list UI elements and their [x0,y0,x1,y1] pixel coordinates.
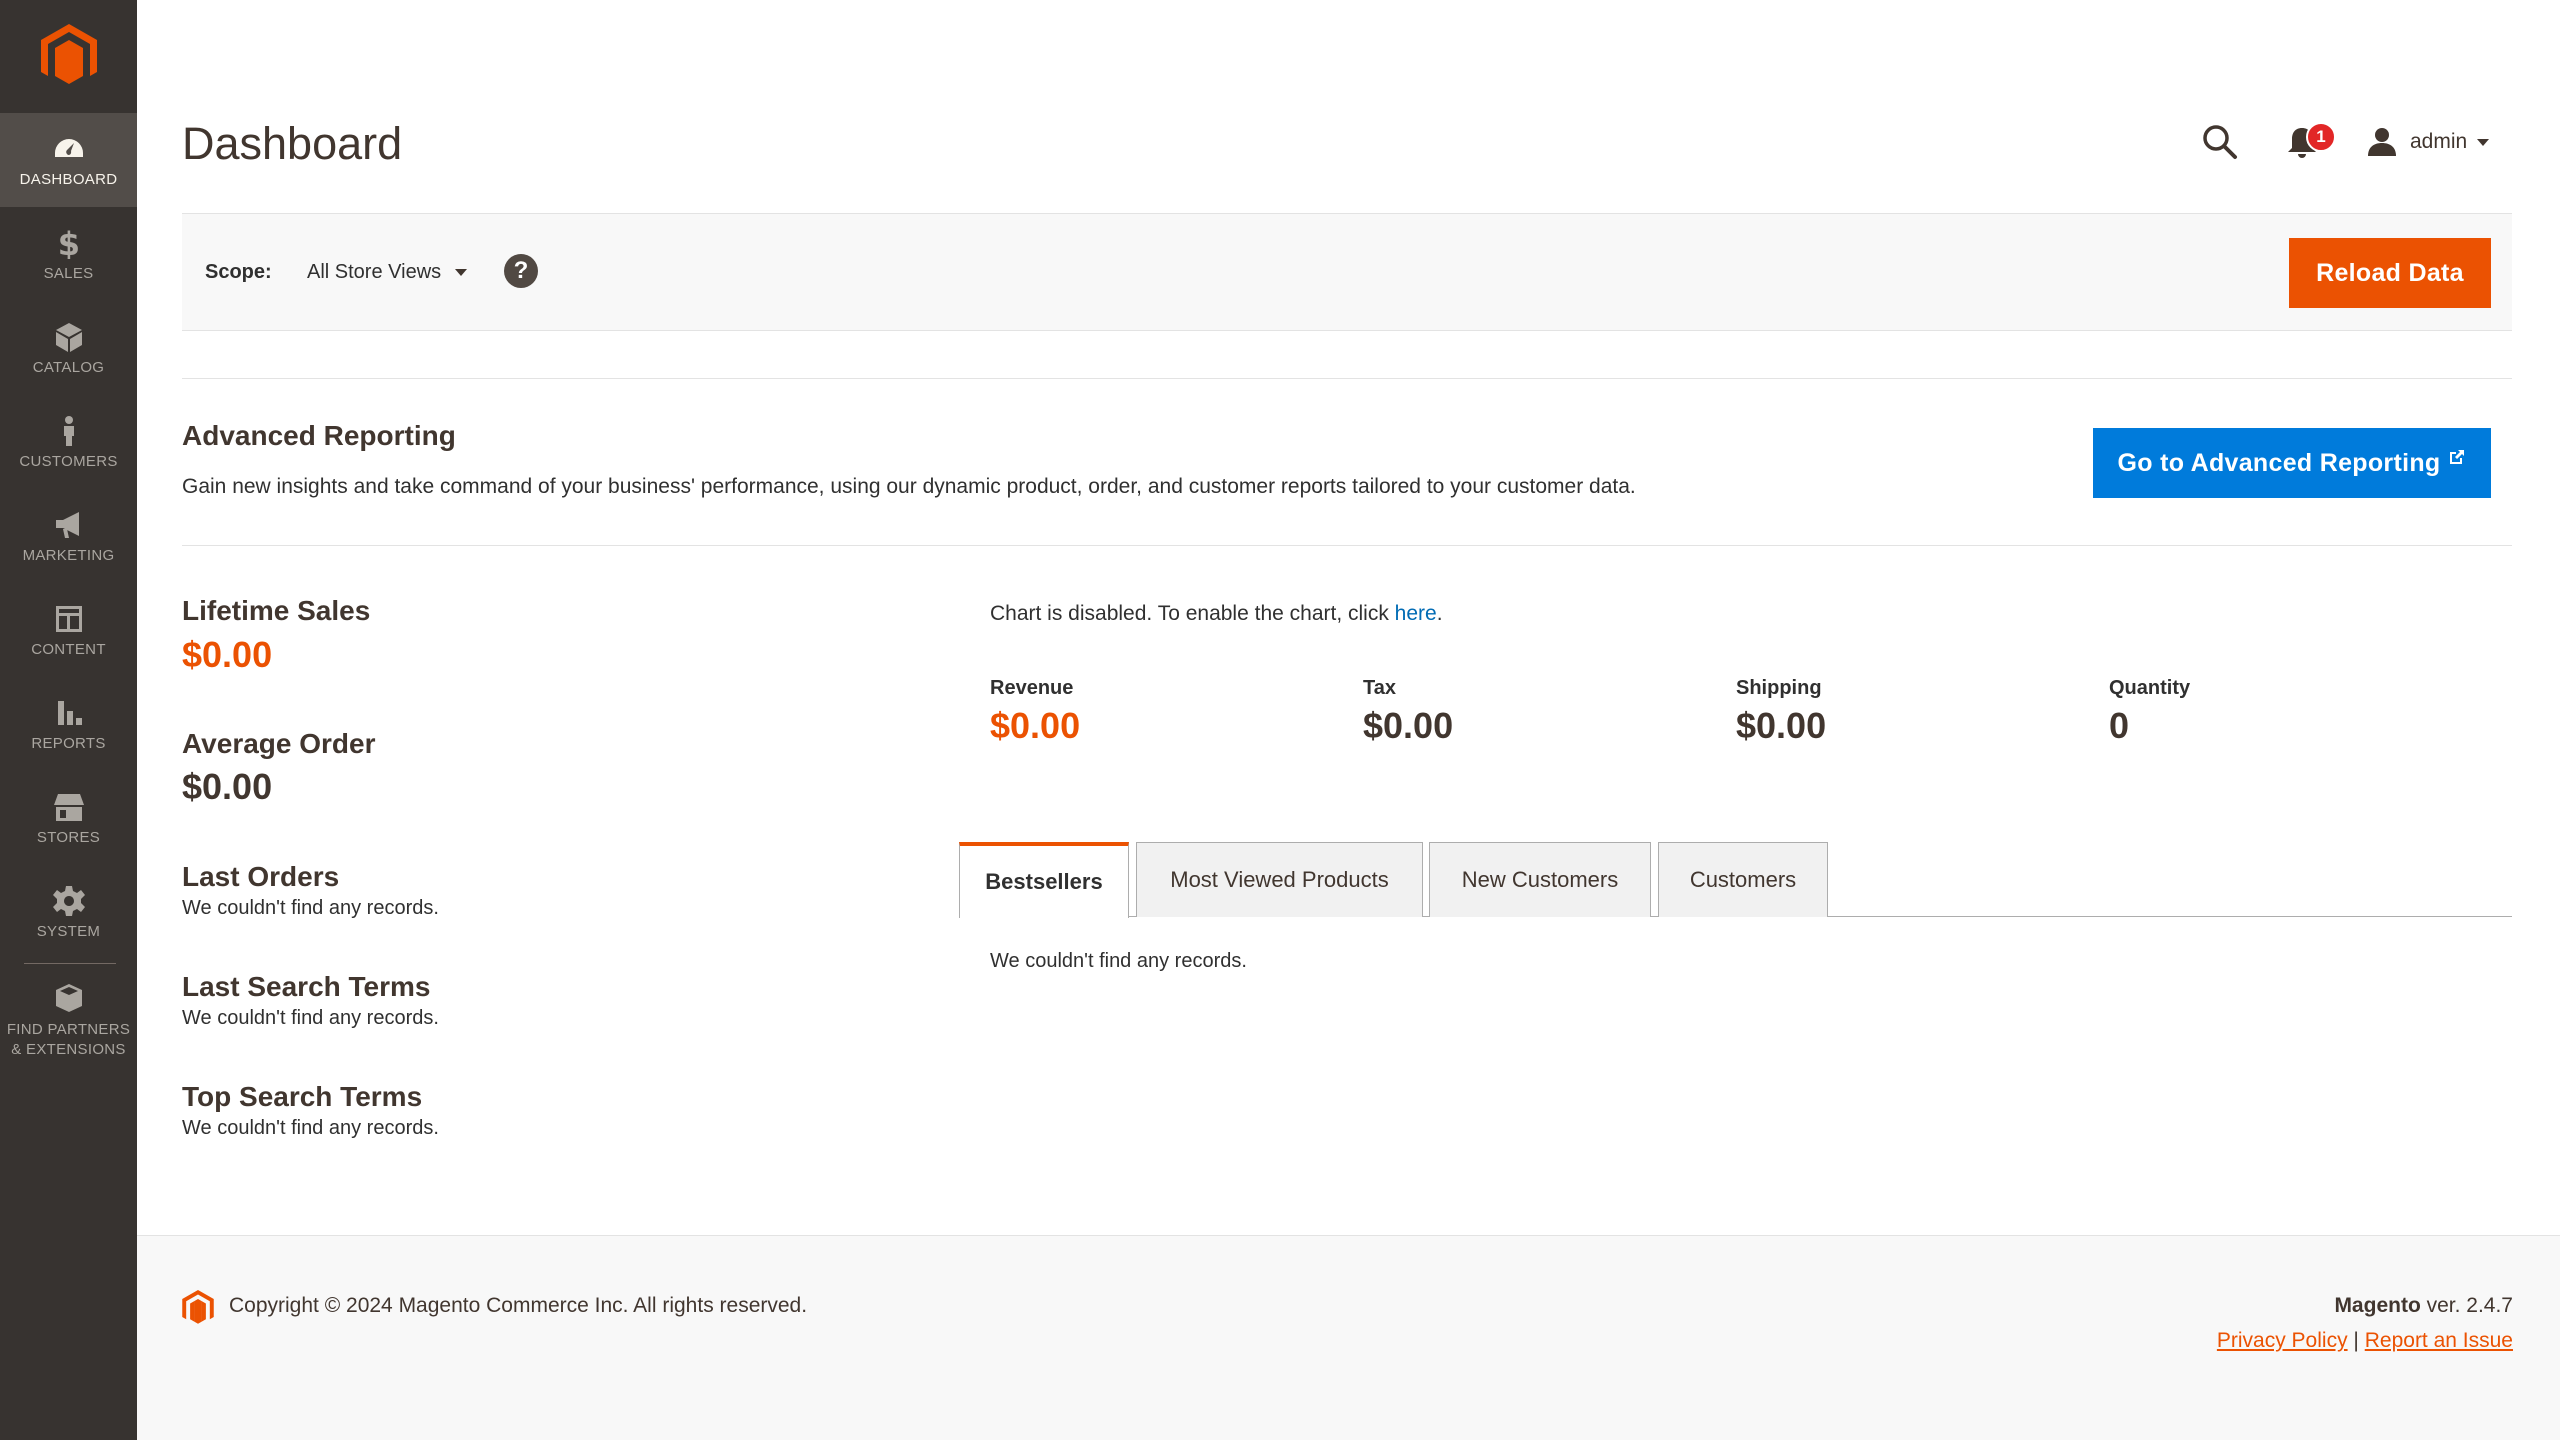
megaphone-icon [52,508,86,542]
revenue-label: Revenue [990,677,1074,699]
tab-bestsellers[interactable]: Bestsellers [959,842,1129,918]
chart-disabled-suffix: . [1436,602,1443,625]
nav-sales-label: Sales [43,265,94,282]
nav-sales[interactable]: $ Sales [0,207,137,301]
dollar-icon: $ [52,226,86,260]
nav-dashboard-label: Dashboard [19,171,118,188]
nav-partners-label-2: & Extensions [11,1040,126,1058]
nav-find-partners[interactable]: Find Partners & Extensions [0,965,137,1075]
store-view-value: All Store Views [307,261,442,283]
nav-content[interactable]: Content [0,583,137,677]
nav-system[interactable]: System [0,865,137,959]
lifetime-sales-value: $0.00 [182,634,273,675]
global-search-button[interactable] [2200,122,2240,162]
layout-icon [52,602,86,636]
footer-links: Privacy Policy | Report an Issue [2217,1329,2513,1353]
nav-reports[interactable]: Reports [0,677,137,771]
dashboard-icon [52,132,86,166]
advanced-reporting-description: Gain new insights and take command of yo… [182,475,1636,498]
help-icon[interactable]: ? [504,254,538,288]
top-search-terms-label: Top Search Terms [182,1081,423,1112]
magento-version: Magento ver. 2.4.7 [2334,1294,2513,1318]
nav-separator [24,963,116,964]
svg-text:$: $ [57,227,80,259]
section-divider [182,545,2512,546]
nav-stores-label: Stores [36,829,101,846]
quantity-value: 0 [2109,705,2130,746]
scope-label: Scope: [205,261,272,283]
revenue-value: $0.00 [990,705,1081,746]
report-issue-link[interactable]: Report an Issue [2365,1329,2513,1352]
last-search-terms-label: Last Search Terms [182,971,431,1002]
section-divider [182,378,2512,379]
privacy-policy-link[interactable]: Privacy Policy [2217,1329,2348,1352]
top-search-terms-empty: We couldn't find any records. [182,1117,439,1139]
storefront-icon [52,790,86,824]
search-icon [2203,125,2237,159]
footer-link-separator: | [2353,1329,2359,1352]
admin-user-menu[interactable]: admin [2366,124,2490,160]
shipping-value: $0.00 [1736,705,1827,746]
chevron-down-icon [455,269,468,276]
last-orders-label: Last Orders [182,861,340,892]
extensions-box-icon [52,981,86,1015]
nav-customers[interactable]: Customers [0,395,137,489]
page-title: Dashboard [182,118,403,169]
chevron-down-icon [2477,138,2490,146]
tax-label: Tax [1363,677,1396,699]
external-link-icon [2450,450,2465,464]
user-icon [2368,128,2396,156]
nav-catalog[interactable]: Catalog [0,301,137,395]
enable-chart-link[interactable]: here [1395,602,1437,625]
reload-data-button[interactable]: Reload Data [2289,238,2491,308]
lifetime-sales-label: Lifetime Sales [182,595,371,626]
advanced-reporting-title: Advanced Reporting [182,420,456,451]
nav-content-label: Content [31,641,106,658]
go-to-advanced-reporting-button[interactable]: Go to Advanced Reporting [2093,428,2491,498]
cube-icon [52,320,86,354]
tab-new-customers[interactable]: New Customers [1429,842,1651,917]
version-number: ver. 2.4.7 [2420,1294,2513,1317]
magento-logo-icon [40,24,97,84]
nav-catalog-label: Catalog [32,359,105,376]
magento-footer-logo-icon [182,1290,214,1324]
chart-disabled-text: Chart is disabled. To enable the chart, … [990,602,1395,625]
last-orders-empty: We couldn't find any records. [182,897,439,919]
nav-system-label: System [36,923,101,940]
magento-brand: Magento [2334,1294,2421,1317]
tab-customers[interactable]: Customers [1658,842,1828,917]
bar-chart-icon [52,696,86,730]
store-scope-bar: Scope: All Store Views ? [182,213,2512,331]
tax-value: $0.00 [1363,705,1454,746]
magento-logo[interactable] [0,0,137,112]
last-search-terms-empty: We couldn't find any records. [182,1007,439,1029]
nav-customers-label: Customers [19,453,118,470]
store-view-switcher[interactable]: All Store Views [307,261,468,284]
shipping-label: Shipping [1736,677,1822,699]
nav-marketing-label: Marketing [22,547,115,564]
admin-username: admin [2410,130,2468,153]
person-icon [52,414,86,448]
advanced-reporting-button-label: Go to Advanced Reporting [2117,448,2441,477]
chart-disabled-message: Chart is disabled. To enable the chart, … [990,602,1443,626]
tab-most-viewed-products[interactable]: Most Viewed Products [1136,842,1423,917]
admin-sidebar: Dashboard $ Sales Catalog Customers Mark… [0,0,137,1440]
copyright-text: Copyright © 2024 Magento Commerce Inc. A… [229,1294,808,1317]
nav-stores[interactable]: Stores [0,771,137,865]
nav-marketing[interactable]: Marketing [0,489,137,583]
average-order-value: $0.00 [182,766,273,807]
quantity-label: Quantity [2109,677,2191,699]
average-order-label: Average Order [182,728,376,759]
gear-icon [52,884,86,918]
tab-content-empty: We couldn't find any records. [990,950,1247,972]
page-footer [137,1235,2560,1440]
nav-reports-label: Reports [31,735,106,752]
nav-dashboard[interactable]: Dashboard [0,113,137,207]
nav-partners-label-1: Find Partners [6,1020,131,1038]
notification-count-badge: 1 [2306,122,2336,152]
